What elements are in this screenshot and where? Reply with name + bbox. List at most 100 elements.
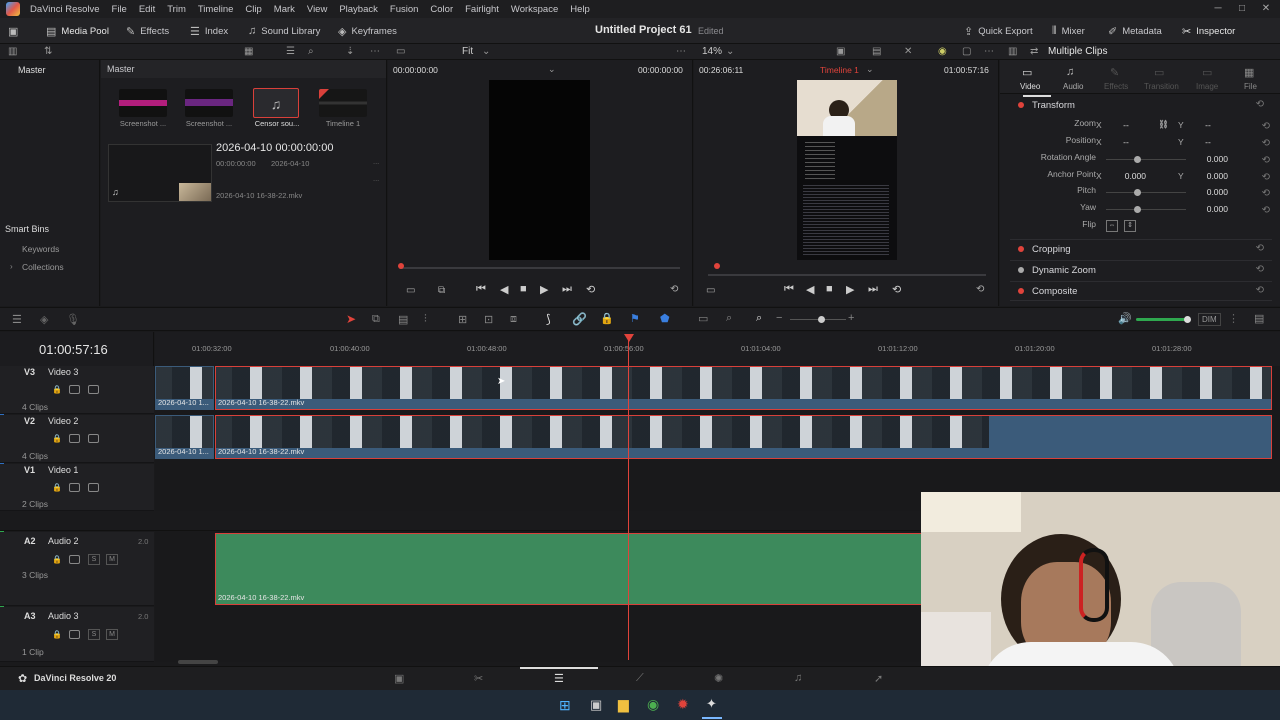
reset-icon[interactable]: ⟲ xyxy=(1262,155,1270,166)
marker-icon[interactable]: ⬟ xyxy=(660,312,670,325)
lock-icon[interactable]: 🔒 xyxy=(52,630,62,639)
smart-bin-collections[interactable]: Collections xyxy=(22,262,64,272)
chevron-right-icon[interactable]: › xyxy=(10,262,13,271)
play-icon[interactable]: ▶ xyxy=(540,283,548,296)
timeline-playhead-marker[interactable] xyxy=(714,263,720,269)
program-frame[interactable] xyxy=(797,80,897,260)
reset-icon[interactable]: ⟲ xyxy=(1262,172,1270,183)
chevron-down-icon[interactable]: ⌄ xyxy=(866,64,874,75)
mute-button[interactable]: M xyxy=(106,554,118,565)
cropping-section[interactable]: Cropping ⟲ xyxy=(1010,239,1272,259)
menu-workspace[interactable]: Workspace xyxy=(505,4,564,15)
solo-button[interactable]: S xyxy=(88,554,100,565)
flag-icon[interactable]: ⚑ xyxy=(630,312,640,325)
snapping-icon[interactable]: ◈ xyxy=(40,313,48,326)
color-page-icon[interactable]: ✺ xyxy=(714,672,723,685)
track-name[interactable]: Video 1 xyxy=(48,465,78,475)
stop-icon[interactable]: ■ xyxy=(826,283,833,295)
match-frame-icon[interactable]: ⟲ xyxy=(670,284,678,295)
sound-library-button[interactable]: ♫ Sound Library xyxy=(248,23,320,39)
keyframes-button[interactable]: ◈ Keyframes xyxy=(338,23,397,39)
metadata-button[interactable]: ✐ Metadata xyxy=(1108,23,1162,39)
dim-button[interactable]: DIM xyxy=(1198,313,1221,326)
bin-list-icon[interactable]: ▥ xyxy=(8,46,17,57)
viewer-options-icon[interactable]: ⋯ xyxy=(676,46,686,57)
list-view-icon[interactable]: ☰ xyxy=(286,46,295,57)
reset-icon[interactable]: ⟲ xyxy=(1256,243,1264,254)
enable-dot[interactable] xyxy=(1018,246,1024,252)
link-icon[interactable]: 🔗 xyxy=(572,312,587,326)
viewer-layout-icon[interactable]: ▭ xyxy=(396,46,405,57)
dynamic-trim-icon[interactable]: ▤ xyxy=(398,313,408,326)
go-to-end-icon[interactable]: ⏭ xyxy=(562,283,572,296)
overlay-icon[interactable]: ⧉ xyxy=(438,285,445,296)
link-icon[interactable]: ⛓ xyxy=(1158,119,1169,130)
selection-tool-icon[interactable]: ➤ xyxy=(346,312,356,326)
safe-area-icon[interactable]: ✕ xyxy=(904,46,912,57)
windows-start-icon[interactable]: ⊞ xyxy=(559,697,571,714)
source-frame[interactable] xyxy=(489,80,590,260)
insert-clip-icon[interactable]: ⊞ xyxy=(458,313,467,326)
track-enable-icon[interactable] xyxy=(88,483,99,492)
auto-select-icon[interactable] xyxy=(69,434,80,443)
menu-view[interactable]: View xyxy=(301,4,333,15)
auto-select-icon[interactable] xyxy=(69,483,80,492)
play-reverse-icon[interactable]: ◀ xyxy=(500,283,508,296)
yaw-field[interactable]: 0.000 xyxy=(1188,204,1228,216)
menu-playback[interactable]: Playback xyxy=(333,4,384,15)
media-pool-button[interactable]: ▤ Media Pool xyxy=(46,23,109,39)
tab-video[interactable]: Video xyxy=(1020,82,1040,91)
track-name[interactable]: Video 2 xyxy=(48,416,78,426)
close-icon[interactable]: ✕ xyxy=(1254,0,1278,18)
enable-dot[interactable] xyxy=(1018,267,1024,273)
maximize-icon[interactable]: □ xyxy=(1230,0,1254,18)
menu-color[interactable]: Color xyxy=(424,4,459,15)
track-name[interactable]: Audio 2 xyxy=(48,536,79,546)
auto-select-icon[interactable] xyxy=(69,630,80,639)
source-playhead[interactable] xyxy=(398,263,404,269)
volume-knob[interactable] xyxy=(1184,316,1191,323)
dynamic-zoom-section[interactable]: Dynamic Zoom ⟲ xyxy=(1010,260,1272,280)
clip-thumbnail[interactable] xyxy=(119,89,167,117)
task-view-icon[interactable]: ▣ xyxy=(590,697,602,713)
stop-icon[interactable]: ■ xyxy=(520,283,527,295)
microphone-icon[interactable]: 🎙 xyxy=(66,313,80,326)
fusion-page-icon[interactable]: ⟋ xyxy=(636,672,644,685)
rotation-field[interactable]: 0.000 xyxy=(1188,154,1228,166)
sort-icon[interactable]: ⇅ xyxy=(44,46,52,57)
timeline-scrubber[interactable] xyxy=(708,274,986,276)
yaw-slider[interactable] xyxy=(1106,209,1186,210)
deliver-page-icon[interactable]: ➚ xyxy=(874,672,883,685)
zoom-out-icon[interactable]: − xyxy=(776,312,782,324)
bin-master[interactable]: Master xyxy=(18,65,46,75)
timeline-clip[interactable]: 2026-04-10 1... xyxy=(155,415,214,459)
go-to-start-icon[interactable]: ⏮ xyxy=(476,283,486,296)
menu-edit[interactable]: Edit xyxy=(133,4,161,15)
reset-icon[interactable]: ⟲ xyxy=(1256,99,1264,110)
panel-toggle-icon[interactable]: ▣ xyxy=(8,23,18,39)
chevron-down-icon[interactable]: ⌄ xyxy=(726,46,734,57)
flip-vertical-icon[interactable]: ⇕ xyxy=(1124,220,1136,232)
playhead-head-icon[interactable] xyxy=(624,334,634,342)
reset-icon[interactable]: ⟲ xyxy=(1262,205,1270,216)
lock-icon[interactable]: 🔒 xyxy=(52,483,62,492)
menu-clip[interactable]: Clip xyxy=(239,4,267,15)
timeline-clip[interactable]: 2026-04-10 1... xyxy=(155,366,214,410)
file-explorer-icon[interactable]: ▆ xyxy=(618,696,629,713)
tab-effects[interactable]: Effects xyxy=(1104,82,1128,91)
mute-button[interactable]: M xyxy=(106,629,118,640)
anchor-x-field[interactable]: 0.000 xyxy=(1106,171,1146,183)
sort-order-icon[interactable]: ⇣ xyxy=(346,46,354,57)
minimize-icon[interactable]: ─ xyxy=(1206,0,1230,18)
lock-icon[interactable]: 🔒 xyxy=(52,385,62,394)
composite-section[interactable]: Composite ⟲ xyxy=(1010,281,1272,301)
go-to-end-icon[interactable]: ⏭ xyxy=(868,283,878,296)
position-x-field[interactable]: -- xyxy=(1106,137,1146,149)
track-enable-icon[interactable] xyxy=(88,385,99,394)
tab-image[interactable]: Image xyxy=(1196,82,1218,91)
resolve-taskbar-icon[interactable]: ✦ xyxy=(706,696,717,712)
reset-icon[interactable]: ⟲ xyxy=(1262,188,1270,199)
app-icon[interactable]: ✹ xyxy=(677,696,689,713)
search-icon[interactable]: ⌕ xyxy=(308,46,314,57)
timeline-clip[interactable]: 2026-04-10 16-38-22.mkv xyxy=(215,415,1272,459)
